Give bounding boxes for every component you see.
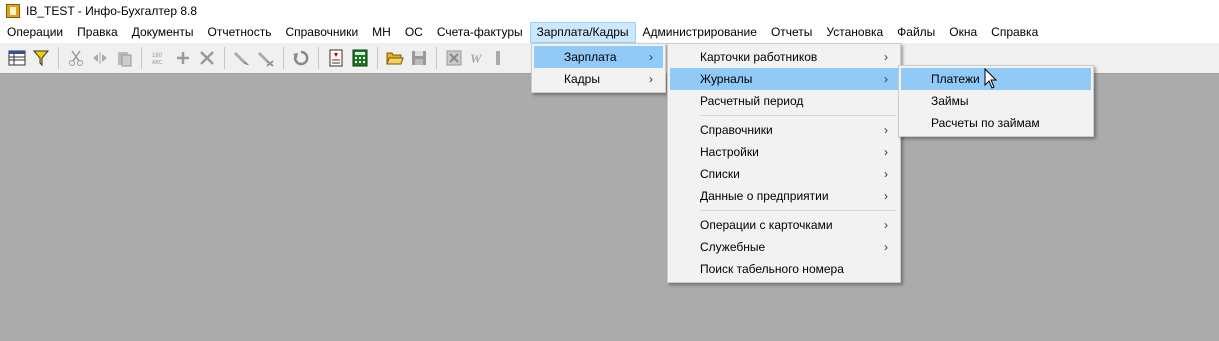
menu-item-label: Кадры: [564, 72, 600, 86]
menu-item-journals[interactable]: Журналы ›: [670, 68, 898, 90]
table-icon[interactable]: [6, 47, 28, 69]
open-folder-icon[interactable]: [384, 47, 406, 69]
menu-edit[interactable]: Правка: [70, 22, 125, 43]
cut-icon: [65, 47, 87, 69]
menu-item-salary[interactable]: Зарплата ›: [534, 46, 663, 68]
toolbar-separator: [377, 47, 378, 69]
menu-os[interactable]: ОС: [398, 22, 430, 43]
excel-icon: [443, 47, 465, 69]
menu-item-loan-settlements[interactable]: Расчеты по займам: [901, 112, 1091, 134]
menu-operations[interactable]: Операции: [0, 22, 70, 43]
menu-item-employee-cards[interactable]: Карточки работников ›: [670, 46, 898, 68]
window-title: IB_TEST - Инфо-Бухгалтер 8.8: [26, 4, 198, 18]
menu-item-label: Журналы: [700, 72, 753, 86]
chevron-right-icon: ›: [649, 72, 653, 86]
menu-separator: [670, 112, 898, 119]
svg-text:ABC: ABC: [152, 60, 163, 66]
list-icon: [491, 47, 513, 69]
menu-item-label: Списки: [700, 167, 740, 181]
chevron-right-icon: ›: [884, 145, 888, 159]
menu-item-service[interactable]: Служебные ›: [670, 236, 898, 258]
menu-item-label: Карточки работников: [700, 50, 818, 64]
menu-item-label: Платежи: [931, 72, 980, 86]
menu-item-hr[interactable]: Кадры ›: [534, 68, 663, 90]
menu-item-label: Справочники: [700, 123, 773, 137]
menu-item-label: Расчетный период: [700, 94, 804, 108]
menu-item-loans[interactable]: Займы: [901, 90, 1091, 112]
toolbar-separator: [436, 47, 437, 69]
menu-bar: Операции Правка Документы Отчетность Спр…: [0, 22, 1219, 43]
marker-clear-icon: [255, 47, 277, 69]
salary-hr-menu: Зарплата › Кадры ›: [531, 43, 666, 93]
chevron-right-icon: ›: [649, 50, 653, 64]
split-icon: [89, 47, 111, 69]
add-icon: [172, 47, 194, 69]
delete-icon: [196, 47, 218, 69]
word-icon: W: [467, 47, 489, 69]
salary-submenu: Карточки работников › Журналы › Расчетны…: [667, 43, 901, 283]
document-icon[interactable]: [325, 47, 347, 69]
svg-text:180: 180: [152, 53, 163, 59]
chevron-right-icon: ›: [884, 72, 888, 86]
menu-administration[interactable]: Администрирование: [636, 22, 764, 43]
menu-setup[interactable]: Установка: [819, 22, 890, 43]
menu-salary-hr[interactable]: Зарплата/Кадры: [529, 22, 636, 43]
paste-icon: [113, 47, 135, 69]
menu-directories[interactable]: Справочники: [278, 22, 365, 43]
chevron-right-icon: ›: [884, 167, 888, 181]
menu-item-label: Поиск табельного номера: [700, 262, 844, 276]
chevron-right-icon: ›: [884, 50, 888, 64]
toolbar-separator: [224, 47, 225, 69]
menu-reporting[interactable]: Отчетность: [201, 22, 279, 43]
menu-help[interactable]: Справка: [984, 22, 1045, 43]
svg-text:W: W: [470, 51, 483, 66]
menu-item-company-data[interactable]: Данные о предприятии ›: [670, 185, 898, 207]
menu-invoices[interactable]: Счета-фактуры: [430, 22, 530, 43]
toolbar-separator: [318, 47, 319, 69]
menu-item-lists[interactable]: Списки ›: [670, 163, 898, 185]
mouse-cursor-icon: [984, 68, 998, 89]
title-bar: IB_TEST - Инфо-Бухгалтер 8.8: [0, 0, 1219, 22]
menu-mn[interactable]: МН: [365, 22, 398, 43]
menu-item-label: Служебные: [700, 240, 766, 254]
chevron-right-icon: ›: [884, 189, 888, 203]
menu-files[interactable]: Файлы: [890, 22, 942, 43]
menu-item-label: Данные о предприятии: [700, 189, 829, 203]
marker-icon: [231, 47, 253, 69]
menu-item-settings[interactable]: Настройки ›: [670, 141, 898, 163]
menu-windows[interactable]: Окна: [942, 22, 984, 43]
menu-item-card-operations[interactable]: Операции с карточками ›: [670, 214, 898, 236]
menu-item-label: Настройки: [700, 145, 759, 159]
app-icon: [6, 4, 20, 18]
menu-item-directories[interactable]: Справочники ›: [670, 119, 898, 141]
filter-icon[interactable]: [30, 47, 52, 69]
toolbar-separator: [58, 47, 59, 69]
menu-item-label: Операции с карточками: [700, 218, 833, 232]
chevron-right-icon: ›: [884, 218, 888, 232]
menu-reports[interactable]: Отчеты: [764, 22, 819, 43]
calculator-icon[interactable]: [349, 47, 371, 69]
save-icon: [408, 47, 430, 69]
toolbar-separator: [141, 47, 142, 69]
menu-item-label: Расчеты по займам: [931, 116, 1040, 130]
menu-separator: [670, 207, 898, 214]
rotate-180-icon: 180 ABC: [148, 47, 170, 69]
menu-item-label: Займы: [931, 94, 969, 108]
toolbar-separator: [283, 47, 284, 69]
menu-documents[interactable]: Документы: [125, 22, 201, 43]
menu-item-label: Зарплата: [564, 50, 617, 64]
chevron-right-icon: ›: [884, 123, 888, 137]
chevron-right-icon: ›: [884, 240, 888, 254]
menu-item-find-personnel-number[interactable]: Поиск табельного номера: [670, 258, 898, 280]
menu-item-accounting-period[interactable]: Расчетный период: [670, 90, 898, 112]
refresh-icon: [290, 47, 312, 69]
